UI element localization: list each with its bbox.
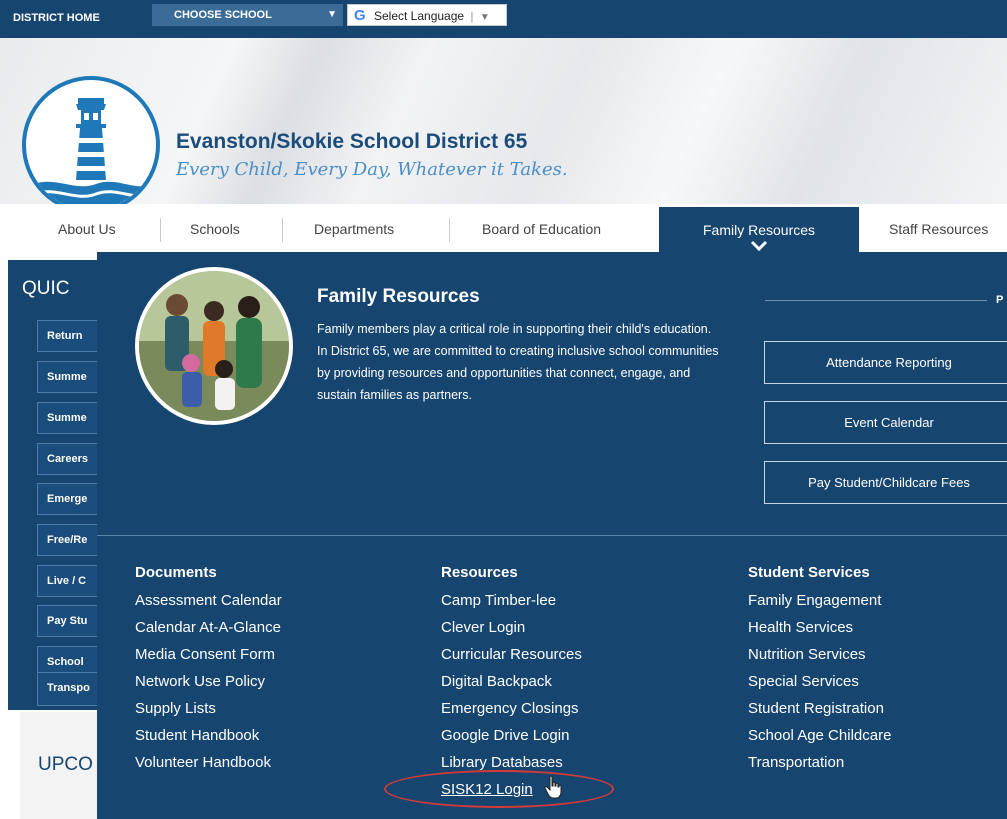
nav-divider: [282, 218, 283, 242]
upcoming-events-panel: UPCO: [20, 712, 100, 819]
student-services-link[interactable]: Family Engagement: [748, 592, 891, 619]
caret-down-icon: ▼: [327, 9, 337, 20]
lighthouse-icon: [33, 98, 153, 210]
utility-bar: DISTRICT HOME CHOOSE SCHOOL ▼ G Select L…: [0, 0, 1007, 38]
mega-menu-divider: [97, 535, 1007, 536]
nav-departments[interactable]: Departments: [314, 221, 394, 237]
language-select[interactable]: G Select Language | ▼: [347, 4, 507, 26]
resources-link[interactable]: Curricular Resources: [441, 646, 582, 673]
student-services-link[interactable]: Special Services: [748, 673, 891, 700]
choose-school-select[interactable]: CHOOSE SCHOOL ▼: [152, 4, 343, 26]
nav-schools[interactable]: Schools: [190, 221, 240, 237]
nav-divider: [160, 218, 161, 242]
mega-menu-description: Family members play a critical role in s…: [317, 322, 719, 402]
resources-link[interactable]: Camp Timber-lee: [441, 592, 582, 619]
student-services-link[interactable]: School Age Childcare: [748, 727, 891, 754]
district-home-link[interactable]: DISTRICT HOME: [13, 12, 100, 24]
nav-divider: [449, 218, 450, 242]
student-services-link[interactable]: Nutrition Services: [748, 646, 891, 673]
pay-fees-button[interactable]: Pay Student/Childcare Fees: [764, 461, 1007, 504]
attendance-reporting-button[interactable]: Attendance Reporting: [764, 341, 1007, 384]
nav-family-resources[interactable]: Family Resources: [659, 207, 859, 256]
documents-heading: Documents: [135, 564, 217, 581]
header-banner: Evanston/Skokie School District 65 Every…: [0, 38, 1007, 214]
quick-links-panel: QUIC Return Summe Summe Careers Emerge F…: [8, 260, 107, 710]
hand-pointer-icon: [544, 775, 562, 799]
resources-heading: Resources: [441, 564, 518, 581]
documents-link[interactable]: Media Consent Form: [135, 646, 282, 673]
documents-link[interactable]: Student Handbook: [135, 727, 282, 754]
student-services-link[interactable]: Student Registration: [748, 700, 891, 727]
documents-link[interactable]: Volunteer Handbook: [135, 754, 282, 781]
documents-link[interactable]: Calendar At-A-Glance: [135, 619, 282, 646]
language-separator: |: [470, 9, 474, 23]
google-icon: G: [354, 7, 366, 24]
language-caret-icon: ▼: [479, 12, 490, 23]
highlight-ellipse: [384, 770, 614, 808]
documents-column: Documents Assessment Calendar Calendar A…: [135, 564, 282, 781]
family-photo: [135, 267, 293, 425]
student-services-column: Student Services Family Engagement Healt…: [748, 564, 891, 781]
nav-staff-resources[interactable]: Staff Resources: [889, 221, 988, 237]
student-services-heading: Student Services: [748, 564, 870, 581]
choose-school-label: CHOOSE SCHOOL: [174, 9, 272, 21]
documents-link[interactable]: Assessment Calendar: [135, 592, 282, 619]
family-resources-dropdown: Family Resources Family members play a c…: [97, 252, 1007, 819]
main-nav: About Us Schools Departments Board of Ed…: [0, 204, 1007, 256]
family-photo-image: [139, 271, 289, 421]
mega-menu-title: Family Resources: [317, 286, 480, 307]
nav-about-us[interactable]: About Us: [58, 221, 116, 237]
documents-link[interactable]: Supply Lists: [135, 700, 282, 727]
resources-link[interactable]: Digital Backpack: [441, 673, 582, 700]
upcoming-events-title: UPCO: [38, 754, 93, 775]
district-logo[interactable]: [22, 76, 160, 214]
quick-links-title: QUIC: [22, 278, 70, 299]
documents-link[interactable]: Network Use Policy: [135, 673, 282, 700]
nav-board-of-education[interactable]: Board of Education: [482, 221, 601, 237]
student-services-link[interactable]: Health Services: [748, 619, 891, 646]
popular-divider: [765, 300, 987, 301]
language-label: Select Language: [374, 9, 465, 23]
site-title[interactable]: Evanston/Skokie School District 65: [176, 130, 527, 154]
site-tagline: Every Child, Every Day, Whatever it Take…: [176, 159, 568, 180]
resources-link[interactable]: Emergency Closings: [441, 700, 582, 727]
chevron-down-icon: [750, 240, 768, 252]
resources-link[interactable]: Clever Login: [441, 619, 582, 646]
student-services-link[interactable]: Transportation: [748, 754, 891, 781]
popular-label: P: [996, 294, 1004, 306]
resources-link[interactable]: Google Drive Login: [441, 727, 582, 754]
nav-family-resources-label: Family Resources: [702, 222, 816, 238]
event-calendar-button[interactable]: Event Calendar: [764, 401, 1007, 444]
